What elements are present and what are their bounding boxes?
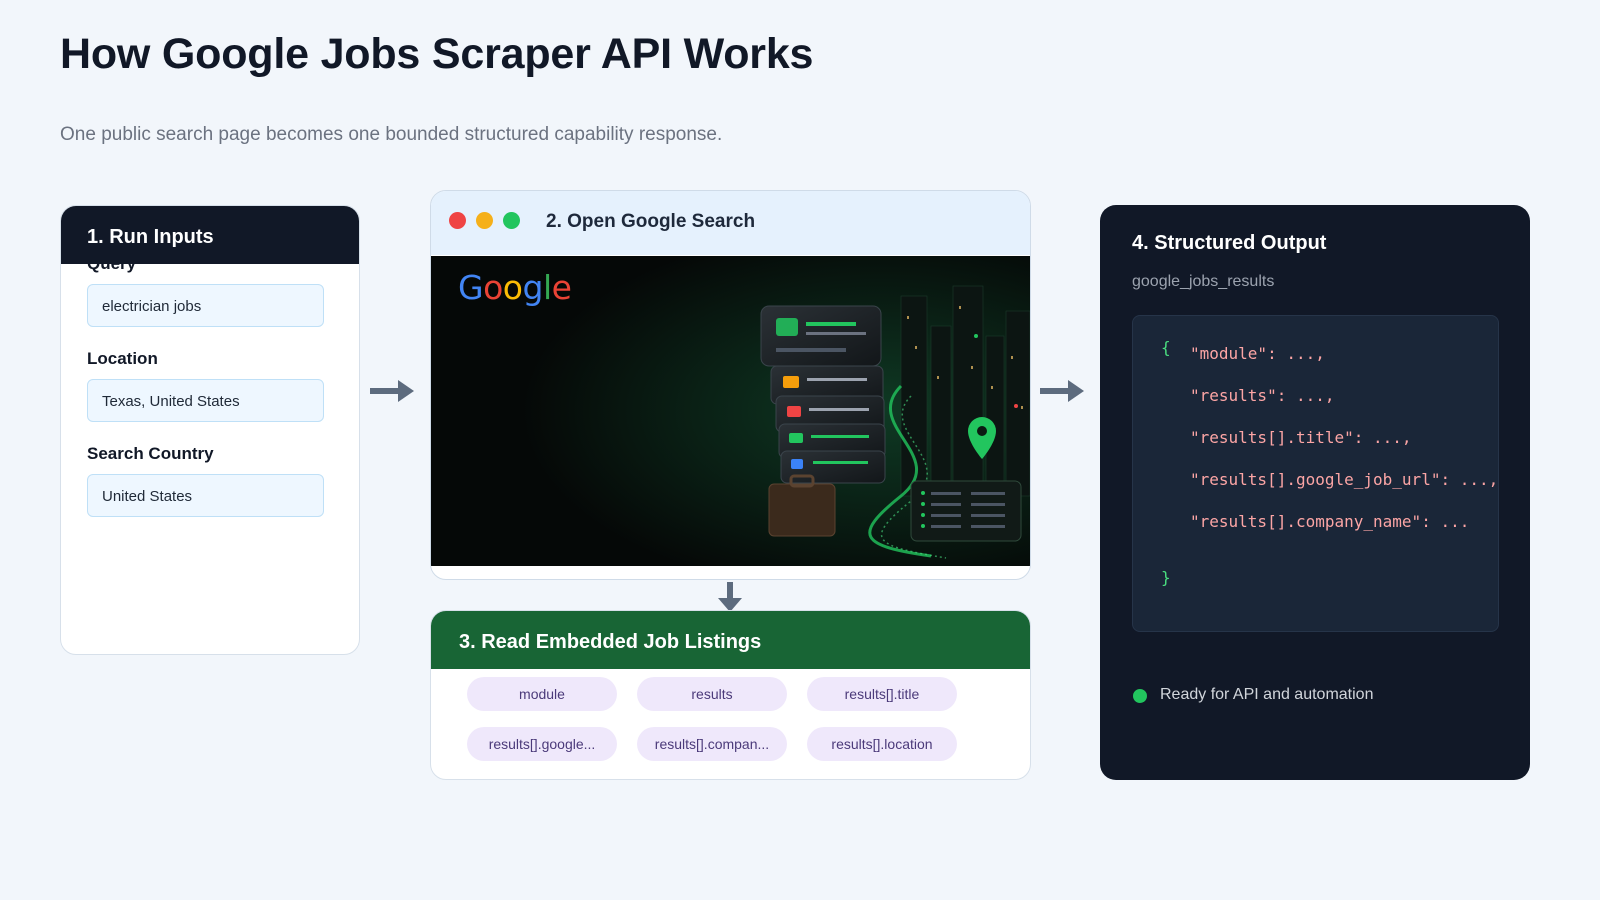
arrow-right-icon [370,380,414,402]
status-text: Ready for API and automation [1160,686,1374,703]
browser-titlebar: 2. Open Google Search [431,191,1030,255]
json-line: "results[].google_job_url": ..., [1190,470,1499,489]
structured-output-card: 4. Structured Output google_jobs_results… [1100,205,1530,780]
json-line: "results": ..., [1190,386,1335,405]
field-chip[interactable]: results[].location [807,727,957,761]
read-job-listings-title: 3. Read Embedded Job Listings [431,611,1030,669]
window-maximize-dot[interactable] [503,212,520,229]
location-input[interactable]: Texas, United States [87,379,324,422]
run-inputs-card: 1. Run Inputs Query electrician jobs Loc… [60,205,360,655]
status-indicator-icon [1133,689,1147,703]
run-inputs-title: 1. Run Inputs [61,206,359,264]
arrow-right-icon [1040,380,1084,402]
json-open-brace: { [1161,338,1171,357]
field-chip[interactable]: results[].google... [467,727,617,761]
field-chip[interactable]: results [637,677,787,711]
search-country-input[interactable]: United States [87,474,324,517]
window-close-dot[interactable] [449,212,466,229]
open-google-search-card: 2. Open Google Search Google [430,190,1031,580]
google-logo: Google [458,268,572,307]
field-chip[interactable]: results[].compan... [637,727,787,761]
structured-output-title: 4. Structured Output [1132,232,1327,254]
field-chip[interactable]: module [467,677,617,711]
field-chip[interactable]: results[].title [807,677,957,711]
search-illustration: Google [431,256,1030,566]
page-subtitle: One public search page becomes one bound… [60,124,723,145]
query-input[interactable]: electrician jobs [87,284,324,327]
json-line: "module": ..., [1190,344,1325,363]
location-label: Location [87,349,158,368]
json-code-block: { "module": ..., "results": ..., "result… [1132,315,1499,632]
open-google-search-title: 2. Open Google Search [546,211,756,232]
json-close-brace: } [1161,568,1171,587]
arrow-down-icon [718,582,742,612]
json-line: "results[].title": ..., [1190,428,1412,447]
page-title: How Google Jobs Scraper API Works [60,30,814,78]
field-chip-list: module results results[].title results[]… [467,677,957,761]
window-minimize-dot[interactable] [476,212,493,229]
read-job-listings-card: 3. Read Embedded Job Listings module res… [430,610,1031,780]
json-line: "results[].company_name": ... [1190,512,1470,531]
output-dataset-name: google_jobs_results [1132,273,1275,290]
search-country-label: Search Country [87,444,214,463]
